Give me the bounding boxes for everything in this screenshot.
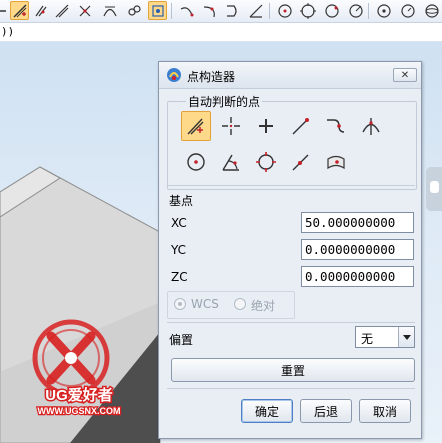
cursor-location-icon[interactable] [216, 111, 246, 141]
watermark-url: WWW.UGSNX.COM [38, 406, 121, 416]
dialog-titlebar[interactable]: 点构造器 ✕ [159, 62, 421, 89]
yc-input[interactable] [301, 239, 414, 260]
close-icon: ✕ [400, 69, 410, 81]
reset-button-label: 重置 [280, 363, 305, 378]
cancel-button-label: 取消 [372, 404, 397, 419]
reset-button[interactable]: 重置 [171, 358, 415, 382]
divider [167, 322, 415, 323]
existing-point-icon[interactable] [251, 111, 281, 141]
resource-bar-tab[interactable] [426, 167, 442, 211]
offset-select[interactable]: 无 [355, 326, 415, 348]
tangent-tool-icon[interactable] [222, 1, 241, 20]
point-on-curve-icon[interactable] [286, 147, 316, 177]
absolute-radio-label: 绝对 [251, 299, 276, 313]
close-button[interactable]: ✕ [393, 68, 417, 82]
end-point-tool-icon[interactable] [75, 1, 94, 20]
back-button[interactable]: 后退 [300, 399, 352, 423]
snap-toolbar [0, 0, 442, 23]
toolbar-clipped-icon[interactable] [0, 1, 10, 20]
zc-label: ZC [171, 270, 188, 284]
quadrant-tool-icon[interactable] [298, 1, 317, 20]
dialog-app-icon [167, 68, 181, 82]
control-point-tool-icon[interactable] [100, 1, 119, 20]
existing-point-tool-icon[interactable] [52, 1, 71, 20]
inferred-point-icon[interactable] [181, 111, 211, 141]
arc-end-tool-icon[interactable] [177, 1, 196, 20]
circle-angle-tool-icon[interactable] [346, 1, 365, 20]
arc-mid-tool-icon[interactable] [200, 1, 219, 20]
snap-filter-tool-icon[interactable] [148, 1, 167, 20]
center-tool-icon[interactable] [374, 1, 393, 20]
wcs-radio[interactable] [174, 298, 186, 310]
cursor-location-tool-icon[interactable] [31, 1, 50, 20]
dialog-title: 点构造器 [187, 70, 236, 84]
angle-point-tool-icon[interactable] [246, 1, 265, 20]
back-button-label: 后退 [313, 404, 338, 419]
end-point-icon[interactable] [286, 111, 316, 141]
ugsnx-watermark-logo: UG爱好者 WWW.UGSNX.COM [32, 319, 122, 417]
divider [167, 185, 415, 186]
intersection-tool-icon[interactable] [124, 1, 143, 20]
xc-label: XC [171, 216, 187, 230]
ok-button-label: 确定 [254, 404, 279, 419]
cancel-button[interactable]: 取消 [359, 399, 411, 423]
arc-center-tool-icon[interactable] [275, 1, 294, 20]
arc-center-icon[interactable] [181, 147, 211, 177]
command-line: )) [0, 23, 442, 42]
control-point-icon[interactable] [321, 111, 351, 141]
point-constructor-dialog: 点构造器 ✕ 自动判断的点 基点 XC YC ZC [158, 61, 422, 439]
angle-on-arc-icon[interactable] [216, 147, 246, 177]
ok-button[interactable]: 确定 [241, 399, 293, 423]
xc-input[interactable] [301, 212, 414, 233]
zc-input[interactable] [301, 266, 414, 287]
quadrant-point-icon[interactable] [251, 147, 281, 177]
offset-label: 偏置 [169, 333, 194, 347]
intersection-point-icon[interactable] [356, 111, 386, 141]
sphere-tool-icon[interactable] [422, 1, 441, 20]
point-type-group-label: 自动判断的点 [186, 93, 263, 110]
base-point-label: 基点 [169, 194, 194, 208]
clock-tool-icon[interactable] [398, 1, 417, 20]
offset-value: 无 [361, 332, 374, 346]
inferred-point-tool-icon[interactable] [10, 1, 29, 20]
watermark-brand: UG爱好者 [45, 386, 113, 404]
circle-point-tool-icon[interactable] [322, 1, 341, 20]
chevron-down-icon[interactable] [398, 327, 414, 347]
csys-option-group: WCS 绝对 [167, 291, 295, 319]
yc-label: YC [171, 243, 187, 257]
divider [167, 388, 415, 389]
absolute-radio[interactable] [234, 298, 246, 310]
point-on-surface-icon[interactable] [321, 147, 351, 177]
wcs-radio-label: WCS [191, 297, 219, 311]
